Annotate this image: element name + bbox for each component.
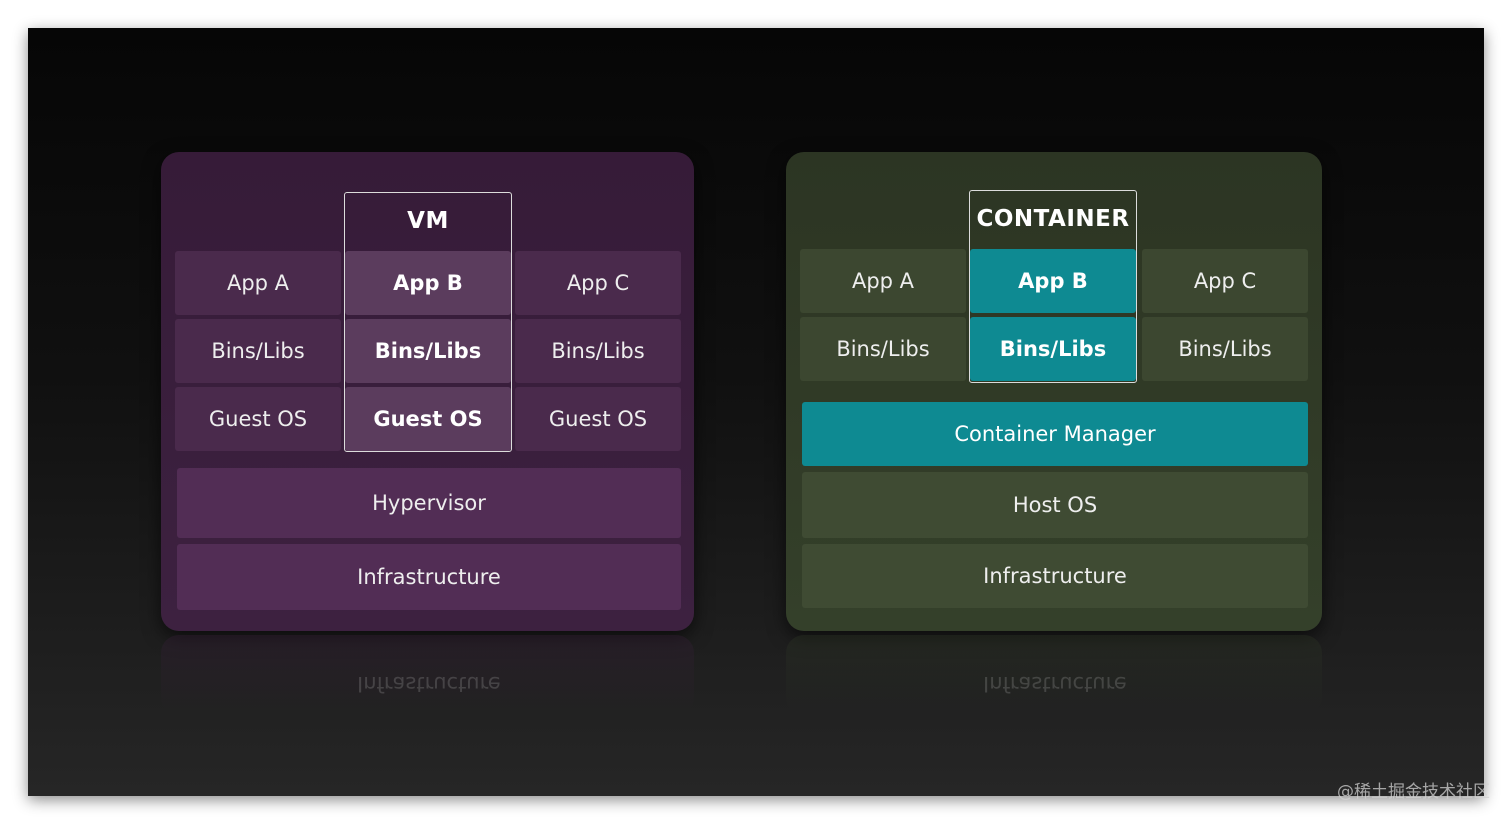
watermark: @稀土掘金技术社区	[1337, 782, 1490, 802]
vm-panel: App A App B App C Bins/Libs Bins/Libs Bi…	[161, 152, 694, 631]
container-reflection-text: Infrastructure	[983, 672, 1127, 696]
vm-guest-os-c: Guest OS	[515, 387, 681, 451]
vm-bins-libs-c: Bins/Libs	[515, 319, 681, 383]
container-app-a: App A	[800, 249, 966, 313]
vm-guest-os-b: Guest OS	[345, 387, 511, 451]
container-bins-libs-c: Bins/Libs	[1142, 317, 1308, 381]
container-panel: App A App B App C Bins/Libs Bins/Libs Bi…	[786, 152, 1322, 631]
container-app-b: App B	[970, 249, 1136, 313]
vm-app-b: App B	[345, 251, 511, 315]
container-frame-title: CONTAINER	[976, 206, 1130, 232]
slide: App A App B App C Bins/Libs Bins/Libs Bi…	[28, 28, 1484, 796]
vm-infrastructure-layer: Infrastructure	[177, 544, 681, 610]
vm-frame-title: VM	[407, 208, 449, 234]
vm-app-a: App A	[175, 251, 341, 315]
container-infrastructure-layer: Infrastructure	[802, 544, 1308, 608]
container-bins-libs-a: Bins/Libs	[800, 317, 966, 381]
container-bins-libs-b: Bins/Libs	[970, 317, 1136, 381]
vm-app-c: App C	[515, 251, 681, 315]
vm-guest-os-a: Guest OS	[175, 387, 341, 451]
vm-bins-libs-b: Bins/Libs	[345, 319, 511, 383]
container-host-os-layer: Host OS	[802, 472, 1308, 538]
vm-bins-libs-a: Bins/Libs	[175, 319, 341, 383]
container-app-c: App C	[1142, 249, 1308, 313]
container-manager-layer: Container Manager	[802, 402, 1308, 466]
vm-reflection-text: Infrastructure	[357, 672, 501, 696]
vm-hypervisor-layer: Hypervisor	[177, 468, 681, 538]
